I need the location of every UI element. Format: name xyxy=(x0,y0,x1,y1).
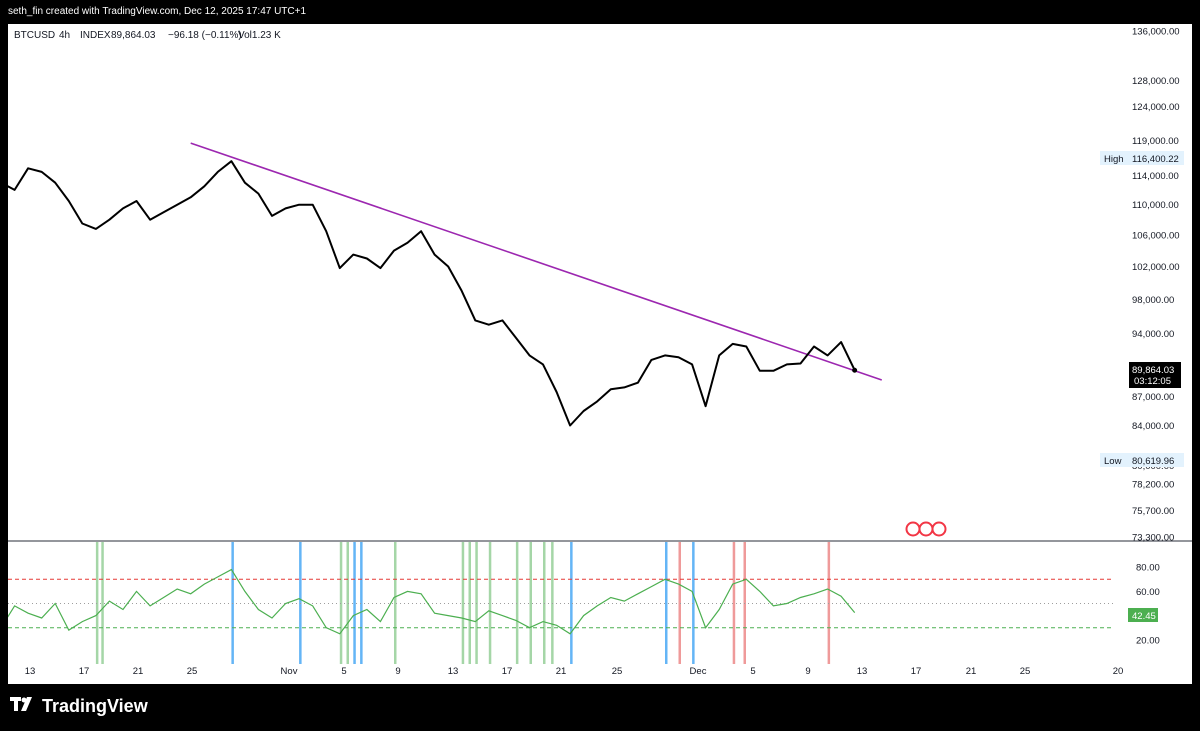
time-tick-label: 25 xyxy=(1020,666,1031,677)
low-label: Low xyxy=(1104,456,1122,467)
time-tick-label: 5 xyxy=(750,666,755,677)
legend-symbol[interactable]: BTCUSD xyxy=(14,30,55,41)
oscillator-layer xyxy=(0,568,1113,635)
chart-credit: seth_fin created with TradingView.com, D… xyxy=(8,6,307,17)
last-price-value: 89,864.03 xyxy=(1132,365,1174,376)
price-tick-label: 136,000.00 xyxy=(1132,27,1180,38)
trendline[interactable] xyxy=(190,142,883,381)
last-price-dot xyxy=(852,367,858,373)
price-tick-label: 75,700.00 xyxy=(1132,506,1174,517)
footer: TradingView xyxy=(0,684,1200,731)
signal-bar xyxy=(353,542,356,664)
price-tick-label: 110,000.00 xyxy=(1132,200,1179,211)
price-tick-label: 102,000.00 xyxy=(1132,262,1180,273)
time-tick-label: 9 xyxy=(805,666,810,677)
price-line xyxy=(0,160,856,427)
chart-svg[interactable]: BTCUSD 4h INDEX 89,864.03 −96.18 (−0.11%… xyxy=(0,24,1192,684)
price-tick-label: 78,200.00 xyxy=(1132,480,1174,491)
oscillator-current-value: 42.45 xyxy=(1132,611,1156,622)
last-price-badge: 89,864.03 03:12:05 xyxy=(1129,362,1181,388)
time-tick-label: 9 xyxy=(395,666,400,677)
price-tick-label: 84,000.00 xyxy=(1132,421,1174,432)
low-value: 80,619.96 xyxy=(1132,456,1174,467)
title-bar: seth_fin created with TradingView.com, D… xyxy=(0,0,1200,24)
price-tick-label: 98,000.00 xyxy=(1132,295,1174,306)
price-tick-label: 106,000.00 xyxy=(1132,231,1180,242)
oscillator-axis[interactable]: 80.00 60.00 20.00 xyxy=(1136,563,1160,647)
signal-bar xyxy=(461,542,465,664)
time-tick-label: 17 xyxy=(79,666,90,677)
brand-logo[interactable]: TradingView xyxy=(10,696,148,717)
signal-bar xyxy=(529,542,532,664)
legend-volume: Vol1.23 K xyxy=(238,30,281,41)
high-marker: High 116,400.22 xyxy=(1100,151,1184,165)
tradingview-logo-icon xyxy=(10,697,36,716)
price-tick-label: 73,300.00 xyxy=(1132,533,1174,544)
event-flag-icon[interactable] xyxy=(905,521,921,537)
time-tick-label: 21 xyxy=(966,666,977,677)
time-tick-label: 13 xyxy=(25,666,36,677)
event-flag-icon[interactable] xyxy=(931,521,947,537)
signal-bar xyxy=(488,542,492,664)
oscillator-signal-bars xyxy=(95,542,831,664)
time-tick-label: 13 xyxy=(857,666,868,677)
oscillator-value-badge: 42.45 xyxy=(1128,608,1158,622)
time-tick-label: 20 xyxy=(1113,666,1124,677)
price-layer xyxy=(0,160,858,427)
time-tick-label: Nov xyxy=(281,666,298,677)
time-tick-label: 17 xyxy=(502,666,513,677)
trendline-layer xyxy=(190,142,883,381)
time-tick-label: 25 xyxy=(187,666,198,677)
countdown-value: 03:12:05 xyxy=(1134,376,1171,387)
legend-interval: 4h xyxy=(59,30,70,41)
high-value: 116,400.22 xyxy=(1132,154,1179,165)
price-tick-label: 87,000.00 xyxy=(1132,392,1174,403)
time-tick-label: 21 xyxy=(556,666,567,677)
time-tick-label: 5 xyxy=(341,666,346,677)
price-tick-label: 124,000.00 xyxy=(1132,102,1180,113)
price-tick-label: 128,000.00 xyxy=(1132,76,1180,87)
signal-bar xyxy=(101,542,104,664)
price-tick-label: 94,000.00 xyxy=(1132,329,1174,340)
legend-exchange: INDEX xyxy=(80,30,111,41)
high-label: High xyxy=(1104,154,1124,165)
low-marker: Low 80,619.96 xyxy=(1100,453,1184,467)
time-tick-label: 25 xyxy=(612,666,623,677)
oscillator-tick-label: 60.00 xyxy=(1136,587,1160,598)
time-tick-label: Dec xyxy=(690,666,707,677)
brand-name: TradingView xyxy=(42,696,148,716)
time-tick-label: 17 xyxy=(911,666,922,677)
time-tick-label: 21 xyxy=(133,666,144,677)
legend-change: −96.18 (−0.11%) xyxy=(168,30,242,41)
price-tick-label: 119,000.00 xyxy=(1132,136,1179,147)
oscillator-tick-label: 20.00 xyxy=(1136,635,1160,646)
price-tick-label: 114,000.00 xyxy=(1132,171,1179,182)
event-flag-icon[interactable] xyxy=(918,521,934,537)
oscillator-tick-label: 80.00 xyxy=(1136,563,1160,574)
chart-panel[interactable]: BTCUSD 4h INDEX 89,864.03 −96.18 (−0.11%… xyxy=(0,24,1192,684)
legend-last: 89,864.03 xyxy=(111,30,156,41)
time-axis[interactable]: 13 17 21 25 Nov 5 9 13 17 21 25 Dec 5 9 13 17 21 25 20 xyxy=(25,666,1124,677)
signal-bar xyxy=(665,542,668,664)
signal-bar xyxy=(732,542,736,664)
time-tick-label: 13 xyxy=(448,666,459,677)
event-badges[interactable] xyxy=(905,521,947,537)
